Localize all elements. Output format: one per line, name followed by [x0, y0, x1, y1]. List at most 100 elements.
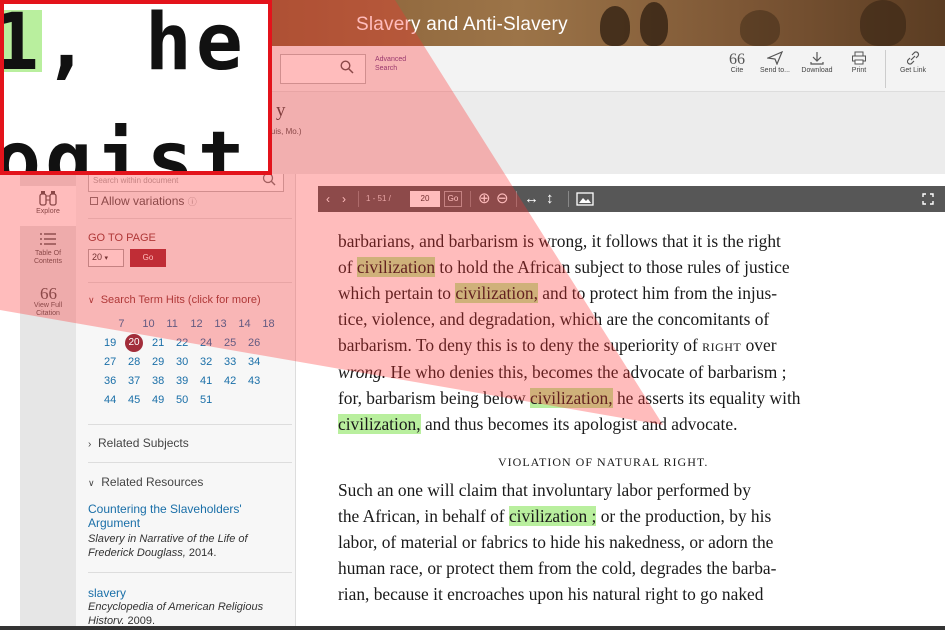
search-within-input[interactable]: Search within document: [88, 174, 284, 192]
search-hit-page[interactable]: 10: [142, 318, 154, 330]
print-button[interactable]: Print: [837, 51, 881, 74]
go-to-page-select[interactable]: 20 ▾: [88, 249, 124, 267]
search-hit-page[interactable]: 20: [125, 334, 143, 352]
search-hit-page[interactable]: 14: [238, 318, 250, 330]
search-hit-page[interactable]: 24: [200, 337, 212, 349]
search-hit-page[interactable]: 7: [118, 318, 124, 330]
search-hit-page[interactable]: 37: [128, 375, 140, 387]
rail-table-of-contents[interactable]: Table Of Contents: [20, 232, 76, 274]
text-line: labor, of material or fabrics to hide hi…: [338, 532, 774, 553]
chevron-down-icon: ∨: [88, 295, 95, 305]
search-hit-page[interactable]: 12: [190, 318, 202, 330]
search-hit-page[interactable]: 29: [152, 356, 164, 368]
download-label: Download: [801, 67, 833, 74]
search-hit-page[interactable]: 39: [176, 375, 188, 387]
text-line: tice, violence, and degradation, which a…: [338, 309, 770, 330]
viewer-toolbar: ‹ › 1 - 51 / 20 Go ⊕ ⊖ ↔ ↕: [318, 186, 945, 212]
search-hit-page[interactable]: 19: [104, 337, 116, 349]
zoom-out-icon[interactable]: ⊖: [496, 186, 509, 212]
rail-explore[interactable]: Explore: [20, 186, 76, 226]
advanced-search-link[interactable]: Advanced Search: [375, 55, 407, 73]
search-hit-page[interactable]: 28: [128, 356, 140, 368]
related-subjects-header[interactable]: › Related Subjects: [88, 436, 189, 450]
zoom-in-icon[interactable]: ⊕: [478, 186, 491, 212]
fullscreen-icon[interactable]: [922, 193, 934, 205]
search-icon[interactable]: [340, 60, 354, 74]
search-hit-page[interactable]: 34: [248, 356, 260, 368]
go-to-page-button[interactable]: Go: [130, 249, 166, 267]
list-icon: [40, 233, 56, 245]
text-line: Such an one will claim that involuntary …: [338, 479, 751, 500]
search-hit-page[interactable]: 33: [224, 356, 236, 368]
link-icon: [906, 51, 920, 65]
search-term-hits-header[interactable]: ∨ Search Term Hits (click for more): [88, 294, 261, 306]
search-term-highlight: civilization ;: [508, 506, 597, 526]
divider: [470, 191, 471, 207]
chevron-down-icon: ∨: [88, 478, 95, 488]
page-range: 1 - 51 /: [366, 194, 391, 203]
search-hit-page[interactable]: 32: [200, 356, 212, 368]
checkbox-box[interactable]: [90, 197, 98, 205]
resource-year: 2014.: [188, 547, 217, 559]
get-link-button[interactable]: Get Link: [891, 51, 935, 74]
resource-link[interactable]: Countering the Slaveholders' Argument: [88, 502, 263, 530]
page-input[interactable]: 20: [410, 191, 440, 207]
rail-view-full-citation[interactable]: 66 View Full Citation: [20, 284, 76, 326]
svg-text:66: 66: [729, 51, 745, 65]
fit-width-icon[interactable]: ↔: [524, 186, 539, 212]
advanced-search-label: Advanced Search: [375, 56, 407, 72]
next-page-icon[interactable]: ›: [342, 186, 346, 212]
search-hit-page[interactable]: 27: [104, 356, 116, 368]
search-icon[interactable]: [262, 174, 276, 188]
related-resources-header[interactable]: ∨ Related Resources: [88, 475, 203, 489]
rail-explore-label: Explore: [36, 208, 60, 215]
search-hit-page[interactable]: 13: [214, 318, 226, 330]
resource-source: Slavery in Narrative of the Life of Fred…: [88, 533, 248, 559]
related-resources-label: Related Resources: [101, 475, 204, 489]
resource-source: Encyclopedia of American Religious Histo…: [88, 600, 268, 624]
divider: [568, 191, 569, 207]
text-line: wrong. He who denies this, becomes the a…: [338, 361, 787, 382]
search-hit-page[interactable]: 50: [176, 394, 188, 406]
go-to-page-label: GO TO PAGE: [88, 232, 156, 244]
search-hit-page[interactable]: 45: [128, 394, 140, 406]
allow-variations-checkbox[interactable]: Allow variations ⓘ: [90, 194, 197, 208]
prev-page-icon[interactable]: ‹: [326, 186, 330, 212]
search-hit-page[interactable]: 18: [262, 318, 274, 330]
search-hit-page[interactable]: 38: [152, 375, 164, 387]
search-hit-page[interactable]: 43: [248, 375, 260, 387]
search-hit-page[interactable]: 25: [224, 337, 236, 349]
search-hit-page[interactable]: 44: [104, 394, 116, 406]
print-label: Print: [851, 67, 867, 74]
help-icon[interactable]: ⓘ: [188, 197, 197, 207]
text-line: civilization, and thus becomes its apolo…: [338, 413, 738, 434]
search-term-highlight: civilization,: [338, 413, 421, 434]
search-hit-page[interactable]: 42: [224, 375, 236, 387]
divider: [358, 191, 359, 207]
search-hit-page[interactable]: 30: [176, 356, 188, 368]
search-hit-page[interactable]: 49: [152, 394, 164, 406]
search-term-highlight: civilization: [356, 257, 436, 278]
resource-year: 2009.: [127, 615, 156, 624]
search-hit-page[interactable]: 11: [166, 318, 177, 330]
search-hit-page[interactable]: 21: [152, 337, 164, 349]
fit-height-icon[interactable]: ↕: [546, 186, 554, 212]
download-button[interactable]: Download: [795, 51, 839, 74]
search-hit-page[interactable]: 22: [176, 337, 188, 349]
get-link-label: Get Link: [899, 67, 927, 74]
go-button[interactable]: Go: [444, 191, 462, 207]
search-hit-page[interactable]: 51: [200, 394, 212, 406]
search-hit-page[interactable]: 26: [248, 337, 260, 349]
divider: [88, 424, 292, 425]
search-hit-page[interactable]: 41: [200, 375, 212, 387]
search-hit-page[interactable]: 36: [104, 375, 116, 387]
image-icon[interactable]: [576, 192, 594, 206]
resource-link[interactable]: slavery: [88, 586, 126, 600]
quote-icon: 66: [729, 51, 745, 65]
quote-icon: 66: [40, 284, 57, 300]
text-line: the African, in behalf of civilization ;…: [338, 506, 772, 526]
related-subjects-label: Related Subjects: [98, 436, 189, 450]
hits-header-label: Search Term Hits (click for more): [100, 294, 261, 306]
send-to-button[interactable]: Send to...: [753, 51, 797, 74]
go-to-page-value: 20: [92, 252, 103, 262]
